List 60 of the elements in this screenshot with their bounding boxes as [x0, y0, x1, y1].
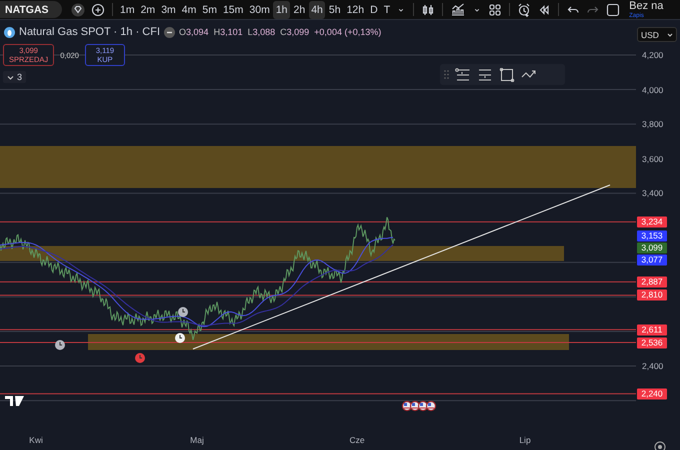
currency-dropdown[interactable]: USD — [637, 27, 677, 42]
rectangle-icon[interactable] — [499, 68, 515, 82]
timeframe-button[interactable]: 30m — [246, 0, 272, 18]
price-label: 2,240 — [637, 388, 667, 400]
ohlc-value: L3,088 — [248, 27, 276, 37]
timeframe-button[interactable]: 15m — [220, 0, 246, 18]
timeframe-button[interactable]: 3m — [158, 0, 178, 18]
price-change: +0,004 (+0,13%) — [314, 27, 382, 37]
alarm-icon[interactable] — [55, 340, 65, 350]
timeframe-button[interactable]: 5m — [200, 0, 220, 18]
timeframe-button[interactable]: 12h — [344, 0, 367, 18]
symbol-title[interactable]: Natural Gas SPOT · 1h · CFI — [19, 26, 160, 38]
trend-line[interactable] — [192, 184, 610, 350]
caret-icon — [667, 32, 673, 38]
price-tick: 3,600 — [642, 154, 664, 164]
indicators-toggle[interactable]: 3 — [3, 71, 26, 83]
timeframe-button[interactable]: 4h — [308, 0, 326, 18]
symbol-search[interactable]: NATGAS — [0, 1, 62, 18]
price-label: 2,887 — [637, 276, 667, 288]
price-label: 3,234 — [637, 216, 667, 228]
alarm-icon[interactable] — [517, 0, 532, 18]
ohlc-value: C3,099 — [280, 27, 310, 37]
price-tick: 4,200 — [642, 50, 664, 60]
time-tick: Maj — [190, 435, 204, 445]
timeframe-button[interactable]: 5h — [326, 0, 344, 18]
alarm-icon[interactable] — [175, 333, 185, 343]
price-label: 3,077 — [637, 254, 667, 266]
timeframe-button[interactable]: 1m — [118, 0, 138, 18]
hide-icon[interactable] — [164, 26, 176, 38]
symbol-logo-icon — [4, 26, 15, 38]
indicators-icon[interactable] — [450, 0, 466, 18]
price-tick: 3,400 — [642, 188, 664, 198]
short-position-icon[interactable] — [477, 68, 493, 82]
price-tick: 4,000 — [642, 84, 664, 95]
price-label: 3,153 — [637, 230, 667, 242]
timeframe-button[interactable]: 4m — [179, 0, 199, 18]
price-label: 2,611 — [637, 324, 667, 336]
ohlc-value: O3,094 — [179, 27, 209, 37]
timeframe-button[interactable]: 2h — [291, 0, 308, 18]
logo-icon — [5, 396, 24, 406]
price-label: 3,099 — [637, 242, 667, 254]
events-icon[interactable] — [402, 400, 436, 412]
timeframe-button[interactable]: 1h — [273, 0, 290, 18]
price-label: 2,536 — [637, 337, 667, 348]
long-position-icon[interactable] — [455, 68, 471, 82]
layout-name[interactable]: Bez na — [629, 0, 664, 12]
time-tick: Lip — [519, 435, 531, 445]
price-tick: 3,800 — [642, 119, 664, 130]
timeframe-button[interactable]: 2m — [138, 0, 158, 18]
alarm-icon[interactable] — [178, 307, 188, 317]
price-label: 2,810 — [637, 290, 667, 301]
timeframe-button[interactable]: D — [368, 0, 380, 18]
drag-handle-icon[interactable] — [444, 70, 449, 79]
caret-icon — [7, 74, 14, 80]
time-tick: Cze — [349, 435, 365, 445]
price-tick: 2,400 — [642, 361, 664, 372]
settings-icon[interactable] — [654, 442, 666, 450]
time-tick: Kwi — [29, 435, 43, 445]
timeframe-button[interactable]: T — [381, 0, 393, 18]
ohlc-value: H3,101 — [214, 27, 243, 37]
